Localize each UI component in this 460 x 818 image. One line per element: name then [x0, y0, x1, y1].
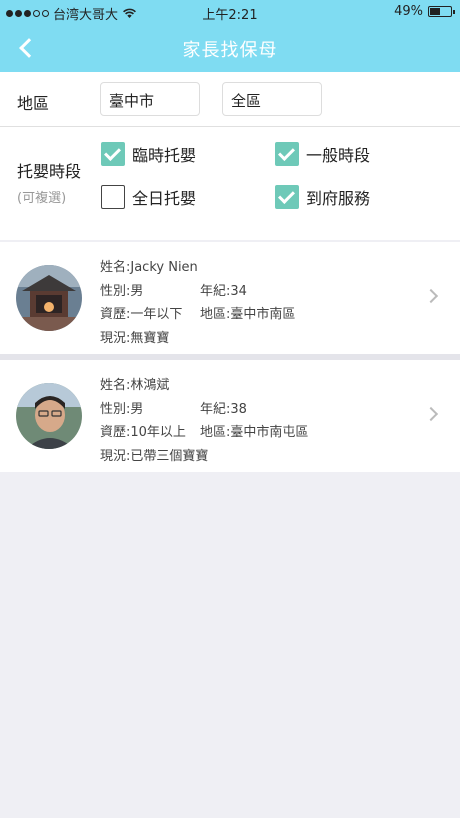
option-label: 一般時段 — [306, 146, 371, 165]
nanny-region: 地區:臺中市南區 — [200, 307, 296, 322]
checkbox-icon[interactable] — [275, 185, 299, 209]
battery-icon — [428, 6, 455, 17]
option-label: 全日托嬰 — [132, 189, 197, 208]
multi-select-hint: (可複選) — [17, 191, 67, 206]
avatar — [16, 265, 82, 331]
status-time: 上午2:21 — [202, 8, 258, 23]
option-full-day-care[interactable]: 全日托嬰 — [101, 185, 196, 209]
avatar — [16, 383, 82, 449]
care-time-label: 托嬰時段 — [17, 162, 82, 181]
option-label: 臨時托嬰 — [132, 146, 197, 165]
option-temporary-care[interactable]: 臨時托嬰 — [101, 142, 196, 166]
area-label: 地區 — [17, 94, 50, 113]
care-time-row: 托嬰時段 (可複選) 臨時托嬰 一般時段 全日托嬰 到府服務 — [0, 128, 460, 240]
nanny-status: 現況:無寶寶 — [100, 330, 170, 346]
nanny-status: 現況:已帶三個寶寶 — [100, 448, 209, 464]
nanny-name: 姓名:Jacky Nien — [100, 260, 198, 275]
option-home-service[interactable]: 到府服務 — [275, 185, 370, 209]
nanny-card[interactable]: 姓名:林鴻斌 性別:男 年紀:38 資歷:10年以上 地區:臺中市南屯區 現況:已帶… — [0, 360, 460, 472]
nanny-experience: 資歷:一年以下 — [100, 307, 183, 322]
chevron-right-icon — [423, 406, 439, 422]
area-filter-row: 地區 臺中市 全區 — [0, 72, 460, 127]
nanny-region: 地區:臺中市南屯區 — [200, 425, 309, 440]
checkbox-icon[interactable] — [275, 142, 299, 166]
filter-panel: 地區 臺中市 全區 托嬰時段 (可複選) 臨時托嬰 一般時段 全日托嬰 到府服務 — [0, 72, 460, 240]
nanny-age: 年紀:34 — [200, 283, 247, 299]
checkbox-icon[interactable] — [101, 142, 125, 166]
option-regular-hours[interactable]: 一般時段 — [275, 142, 370, 166]
nanny-gender: 性別:男 — [100, 401, 144, 417]
district-select[interactable]: 全區 — [222, 82, 322, 116]
checkbox-icon[interactable] — [101, 185, 125, 209]
nanny-name: 姓名:林鴻斌 — [100, 378, 170, 393]
battery-percent: 49% — [394, 4, 423, 19]
app-header: 台湾大哥大 上午2:21 49% 家長找保母 — [0, 0, 460, 72]
option-label: 到府服務 — [306, 189, 371, 208]
city-select[interactable]: 臺中市 — [100, 82, 200, 116]
nanny-experience: 資歷:10年以上 — [100, 425, 186, 440]
navigation-bar: 家長找保母 — [0, 24, 460, 72]
nanny-card[interactable]: 姓名:Jacky Nien 性別:男 年紀:34 資歷:一年以下 地區:臺中市南區 … — [0, 242, 460, 354]
status-bar: 台湾大哥大 上午2:21 49% — [0, 0, 460, 24]
page-title: 家長找保母 — [182, 40, 278, 61]
nanny-gender: 性別:男 — [100, 283, 144, 299]
nanny-age: 年紀:38 — [200, 401, 247, 417]
chevron-right-icon — [423, 288, 439, 304]
